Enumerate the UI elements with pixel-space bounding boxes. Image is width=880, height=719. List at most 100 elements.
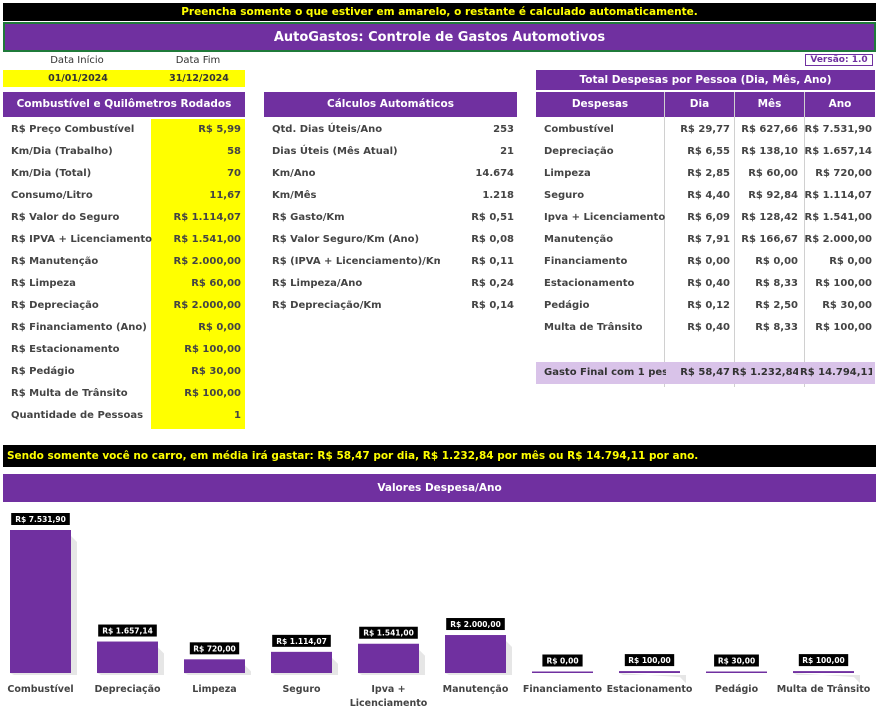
expense-name: Combustível (544, 124, 614, 135)
expense-dia: R$ 29,77 (680, 124, 730, 135)
expense-name: Depreciação (544, 146, 614, 157)
totals-row: Combustível R$ 29,77 R$ 627,66 R$ 7.531,90 (536, 119, 875, 141)
expense-name: Pedágio (544, 300, 590, 311)
input-value[interactable]: 11,67 (151, 185, 241, 207)
input-value[interactable]: R$ 60,00 (151, 273, 241, 295)
bar-0[interactable] (10, 530, 71, 673)
input-value[interactable]: R$ 0,00 (151, 317, 241, 339)
calc-row: Km/Mês 1.218 (264, 185, 517, 207)
expense-dia: R$ 0,40 (687, 278, 730, 289)
input-row: Consumo/Litro 11,67 (3, 185, 245, 207)
final-total-mes: R$ 1.232,84 (732, 367, 798, 378)
totals-row: Seguro R$ 4,40 R$ 92,84 R$ 1.114,07 (536, 185, 875, 207)
expense-mes: R$ 128,42 (741, 212, 798, 223)
data-label: R$ 0,00 (546, 657, 578, 666)
expense-name: Manutenção (544, 234, 614, 245)
input-row: R$ Manutenção R$ 2.000,00 (3, 251, 245, 273)
totals-panel: Combustível R$ 29,77 R$ 627,66 R$ 7.531,90 D… (536, 119, 875, 387)
input-row: R$ Estacionamento R$ 100,00 (3, 339, 245, 361)
expense-bar-chart[interactable]: R$ 7.531,90 Combustível R$ 1.657,14 Depreci… (0, 502, 880, 719)
category-label: Ipva + (371, 684, 405, 695)
expense-name: Financiamento (544, 256, 628, 267)
inputs-panel: R$ Preço Combustível R$ 5,99 Km/Dia (Traba… (3, 119, 245, 429)
expense-mes: R$ 8,33 (755, 322, 798, 333)
input-value[interactable]: 1 (151, 405, 241, 427)
bar-5[interactable] (445, 635, 506, 673)
final-total-ano: R$ 14.794,11 (800, 367, 872, 378)
totals-row: Financiamento R$ 0,00 R$ 0,00 R$ 0,00 (536, 251, 875, 273)
input-value[interactable]: R$ 100,00 (151, 383, 241, 405)
col-mes: Mês (735, 92, 804, 117)
bar-7[interactable] (619, 671, 680, 673)
input-row: R$ IPVA + Licenciamento R$ 1.541,00 (3, 229, 245, 251)
bar-1[interactable] (97, 641, 158, 673)
input-value[interactable]: R$ 2.000,00 (151, 295, 242, 317)
input-label: R$ IPVA + Licenciamento (11, 234, 153, 245)
calc-row: R$ (IPVA + Licenciamento)/Km (R$ 0,11 (264, 251, 517, 273)
data-label: R$ 2.000,00 (450, 620, 501, 629)
input-value[interactable]: R$ 100,00 (151, 339, 241, 361)
bar-8[interactable] (706, 671, 767, 674)
expense-mes: R$ 166,67 (741, 234, 798, 245)
category-label: Limpeza (192, 684, 236, 695)
totals-row: Pedágio R$ 0,12 R$ 2,50 R$ 30,00 (536, 295, 875, 317)
calc-label: R$ Gasto/Km (272, 212, 345, 223)
bar-shadow (619, 673, 686, 684)
bar-3[interactable] (271, 651, 332, 673)
expense-dia: R$ 0,00 (687, 256, 730, 267)
expense-dia: R$ 4,40 (687, 190, 730, 201)
calc-value: 21 (500, 146, 514, 157)
calc-value: R$ 0,14 (471, 300, 514, 311)
category-label: Seguro (282, 684, 321, 695)
calc-label: Qtd. Dias Úteis/Ano (272, 124, 383, 135)
start-date-input[interactable]: 01/01/2024 (3, 70, 153, 87)
page-title[interactable]: AutoGastos: Controle de Gastos Automotiv… (3, 22, 876, 52)
start-date-label: Data Início (50, 55, 104, 66)
totals-row: Multa de Trânsito R$ 0,40 R$ 8,33 R$ 100,00 (536, 317, 875, 339)
calc-row: R$ Depreciação/Km R$ 0,14 (264, 295, 517, 317)
expense-name: Multa de Trânsito (544, 322, 643, 333)
instruction-banner: Preencha somente o que estiver em amarel… (3, 3, 876, 21)
input-row: R$ Valor do Seguro R$ 1.114,07 (3, 207, 245, 229)
input-value[interactable]: R$ 2.000,00 (151, 251, 242, 273)
summary-banner: Sendo somente você no carro, em média ir… (3, 445, 876, 467)
input-value[interactable]: 58 (151, 141, 241, 163)
bar-4[interactable] (358, 643, 419, 673)
input-value[interactable]: R$ 5,99 (151, 119, 241, 141)
calc-value: R$ 0,24 (471, 278, 514, 289)
calc-label: Km/Mês (272, 190, 317, 201)
input-value[interactable]: R$ 1.114,07 (151, 207, 242, 229)
input-row: Quantidade de Pessoas 1 (3, 405, 245, 427)
calc-row: R$ Limpeza/Ano R$ 0,24 (264, 273, 517, 295)
bar-6[interactable] (532, 671, 593, 674)
data-label: R$ 1.657,14 (102, 627, 153, 636)
expense-ano: R$ 1.541,00 (804, 212, 873, 223)
calc-label: R$ Limpeza/Ano (272, 278, 363, 289)
calc-label: R$ Depreciação/Km (272, 300, 382, 311)
totals-row: Depreciação R$ 6,55 R$ 138,10 R$ 1.657,14 (536, 141, 875, 163)
expense-ano: R$ 30,00 (822, 300, 872, 311)
expense-ano: R$ 1.657,14 (804, 146, 873, 157)
expense-mes: R$ 92,84 (748, 190, 798, 201)
calc-value: 1.218 (482, 190, 514, 201)
expense-ano: R$ 100,00 (815, 278, 872, 289)
end-date-label: Data Fim (175, 55, 221, 66)
expense-dia: R$ 2,85 (687, 168, 730, 179)
expense-mes: R$ 8,33 (755, 278, 798, 289)
expense-mes: R$ 138,10 (741, 146, 798, 157)
calc-row: Qtd. Dias Úteis/Ano 253 (264, 119, 517, 141)
input-label: R$ Multa de Trânsito (11, 388, 128, 399)
input-value[interactable]: R$ 1.541,00 (151, 229, 242, 251)
end-date-input[interactable]: 31/12/2024 (153, 70, 245, 87)
calc-header: Cálculos Automáticos (264, 92, 517, 117)
input-value[interactable]: 70 (151, 163, 241, 185)
calc-value: 253 (493, 124, 514, 135)
chart-title: Valores Despesa/Ano (3, 474, 876, 502)
data-label: R$ 30,00 (718, 657, 755, 666)
expense-ano: R$ 2.000,00 (804, 234, 873, 245)
expense-dia: R$ 6,09 (687, 212, 730, 223)
bar-2[interactable] (184, 659, 245, 673)
bar-9[interactable] (793, 671, 854, 673)
input-value[interactable]: R$ 30,00 (151, 361, 241, 383)
totals-row: Ipva + Licenciamento R$ 6,09 R$ 128,42 R$ 1… (536, 207, 875, 229)
